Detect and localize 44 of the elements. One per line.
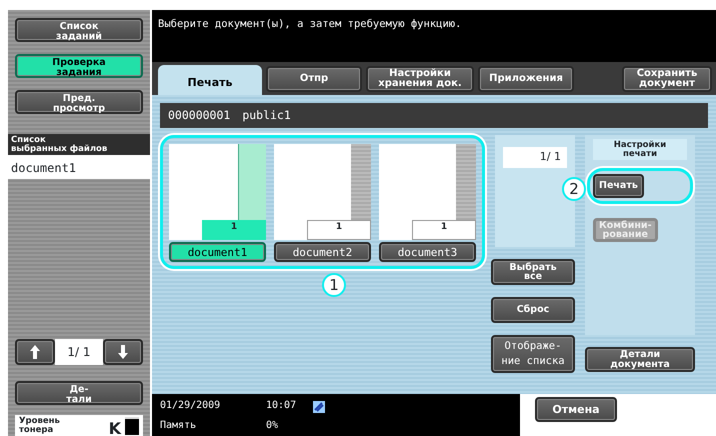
selected-file-item[interactable]: document1 bbox=[8, 155, 150, 179]
list-view-button[interactable]: Отображе- ние списка bbox=[491, 335, 575, 373]
status-time: 10:07 bbox=[266, 400, 298, 413]
page-count: 1 bbox=[307, 220, 371, 240]
callout-number: 1 bbox=[322, 273, 346, 297]
reset-button[interactable]: Сброс bbox=[491, 297, 575, 323]
memory-value: 0% bbox=[266, 420, 280, 432]
document-label[interactable]: document1 bbox=[169, 242, 266, 262]
toner-color-letter: K bbox=[108, 418, 121, 436]
selected-files-header: Список выбранных файлов bbox=[8, 134, 150, 155]
page-counter: 1/ 1 bbox=[503, 147, 567, 168]
document-label[interactable]: document2 bbox=[274, 242, 371, 262]
print-button[interactable]: Печать bbox=[593, 174, 644, 198]
memory-label: Память bbox=[160, 420, 198, 432]
cancel-button[interactable]: Отмена bbox=[535, 397, 617, 422]
details-button[interactable]: Де- тали bbox=[15, 381, 143, 405]
sidebar-button[interactable]: Пред. просмотр bbox=[15, 90, 143, 114]
page-thumbnail[interactable]: 1 bbox=[274, 144, 371, 240]
job-number: 000000001 bbox=[168, 106, 230, 124]
page-thumbnail[interactable]: 1 bbox=[379, 144, 476, 240]
toner-label: Уровень тонера bbox=[19, 417, 61, 434]
page-thumbnail[interactable]: 1 bbox=[169, 144, 266, 240]
scroll-down-button[interactable] bbox=[103, 339, 143, 365]
tab[interactable]: Отпр bbox=[266, 66, 362, 92]
tab[interactable]: Приложения bbox=[478, 66, 574, 92]
document-label[interactable]: document3 bbox=[379, 242, 476, 262]
status-date: 01/29/2009 bbox=[160, 400, 222, 413]
tab[interactable]: Печать bbox=[158, 65, 262, 95]
select-all-button[interactable]: Выбрать все bbox=[491, 259, 575, 285]
page-count: 1 bbox=[202, 220, 266, 240]
sidebar-button[interactable]: Список заданий bbox=[15, 18, 143, 42]
print-settings-title: Настройки печати bbox=[593, 139, 687, 160]
page-indicator: 1/ 1 bbox=[55, 339, 103, 365]
network-icon bbox=[312, 400, 326, 414]
up-arrow-icon bbox=[30, 345, 40, 359]
tab[interactable]: Настройки хранения док. bbox=[366, 66, 474, 92]
page-count: 1 bbox=[412, 220, 476, 240]
scroll-up-button[interactable] bbox=[15, 339, 55, 365]
document-details-button[interactable]: Детали документа bbox=[585, 347, 695, 372]
save-document-button[interactable]: Сохранить документ bbox=[622, 66, 712, 92]
down-arrow-icon bbox=[118, 345, 128, 359]
instruction-text: Выберите документ(ы), а затем требуемую функцию. bbox=[152, 10, 716, 62]
sidebar-button[interactable]: Проверка задания bbox=[15, 54, 143, 78]
job-owner: public1 bbox=[242, 106, 291, 124]
